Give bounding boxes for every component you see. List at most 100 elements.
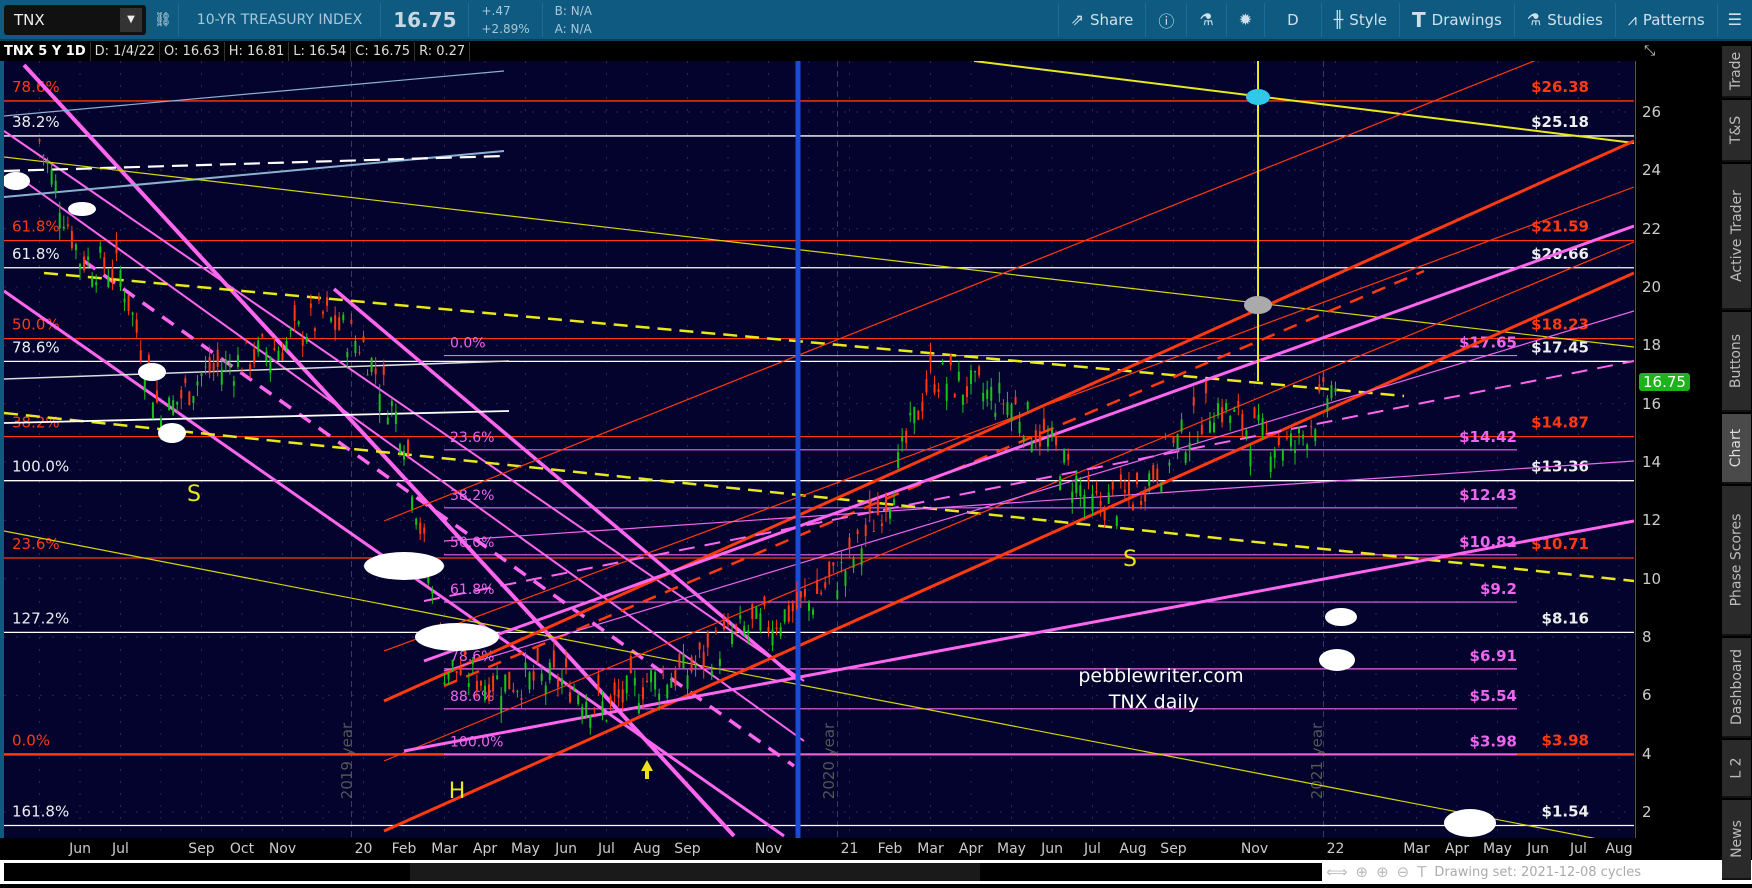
candle-body [1289,433,1292,447]
candle-body [1233,409,1236,412]
candle-body [1200,424,1203,435]
candle-body [974,370,977,373]
candle-body [1253,407,1256,419]
candle-body [953,393,956,398]
candle-body [1030,441,1033,453]
price-chart[interactable]: 2019 year 2020 year 2021 year 78.6% $26.38 38… [0,20,1660,847]
candle-body [925,379,928,393]
wave-label-s: S [187,482,201,507]
sidebar-tab-phase-scores[interactable]: Phase Scores [1722,486,1751,636]
sidebar-tab-active-trader[interactable]: Active Trader [1722,164,1751,310]
candle-body [670,679,673,688]
date-axis[interactable]: Jun Jul Sep Oct Nov 20 Feb Mar Apr May Jun Jul Aug Se… [0,838,1634,860]
price-tick: 26 [1642,103,1662,121]
sidebar-tab-buttons[interactable]: Buttons [1722,312,1751,412]
sidebar-tab-chart[interactable]: Chart [1722,414,1751,484]
price-axis[interactable]: ⤡ 26 24 22 20 18 16 14 12 10 8 6 4 2 16.75 [1635,43,1721,838]
candle-body [1322,376,1325,382]
candle-body [1302,434,1305,439]
candle-body [184,378,187,384]
settings-button[interactable]: ✹ [1225,2,1264,37]
candle-body [322,311,324,314]
chevron-down-icon[interactable]: ▼ [120,7,142,32]
candle-body [739,615,742,619]
candle-body [641,687,644,700]
candle-body [1213,422,1215,433]
sidebar-tab-dashboard[interactable]: Dashboard [1722,638,1751,738]
ellipse-marker [1246,89,1270,105]
pan-icon[interactable]: ⟺ [1326,863,1348,881]
scroll-thumb[interactable] [410,863,980,881]
watermark-text: pebblewriter.com [1078,665,1243,687]
candle-body [1111,481,1114,490]
candle-body [735,624,738,626]
date-tick: Jul [112,841,129,857]
candle-body [1152,465,1155,480]
candle-body [718,658,721,666]
candle-body [585,701,588,716]
candle-body [666,684,669,699]
candle-body [1265,430,1268,432]
candle-body [1010,404,1013,422]
info-range: R: 0.27 [415,42,471,61]
zoom-in-icon[interactable]: ⊕ [1376,863,1389,881]
candle-body [54,180,57,193]
candle-body [520,697,523,701]
candle-body [1229,415,1232,424]
candle-body [905,431,908,444]
symbol-selector[interactable]: TNX ▼ [4,4,146,35]
drawing-set-label[interactable]: Drawing set: 2021-12-08 cycles [1434,865,1641,880]
crosshair-icon[interactable]: ⊕ [1356,863,1369,881]
candle-body [407,439,410,456]
studies-button[interactable]: ⚗ Studies [1513,2,1615,37]
sidebar-tab-trade[interactable]: Trade [1722,46,1751,98]
menu-button[interactable]: ☰ [1716,2,1752,37]
trend-line [3,411,1635,583]
drawings-button[interactable]: T Drawings [1398,2,1514,37]
candle-body [488,684,491,702]
candle-body [119,270,122,287]
trend-line [403,519,1635,753]
candle-body [929,353,932,362]
timeframe-button[interactable]: D [1264,2,1321,37]
candle-body [714,630,717,633]
candle-body [872,531,875,533]
candle-body [978,366,981,376]
candle-body [921,401,924,412]
candle-body [998,382,1001,394]
text-t-icon[interactable]: T [1417,863,1426,881]
candle-body [378,393,381,412]
chart-scrollbar[interactable]: ⟺ ⊕ ⊕ ⊖ T Drawing set: 2021-12-08 cycles [0,860,1752,884]
candle-body [1294,449,1296,454]
candle-body [637,703,640,714]
fit-chart-icon[interactable]: ⤡ [1644,43,1655,59]
candle-body [1180,419,1183,432]
patterns-button[interactable]: ⩘ Patterns [1614,2,1717,37]
zoom-out-icon[interactable]: ⊖ [1397,863,1410,881]
link-icon[interactable]: ⛓ [154,12,172,28]
info-button[interactable]: ⓘ [1145,2,1186,37]
candle-body [127,295,130,312]
candle-body [297,321,300,325]
candle-body [386,417,389,425]
flask-button[interactable]: ⚗ [1186,2,1225,37]
style-button[interactable]: ╫ Style [1320,2,1399,37]
sidebar-tab-news[interactable]: News [1722,800,1751,880]
candle-body [913,406,916,424]
candle-body [415,518,418,525]
price-tick: 4 [1642,744,1652,763]
candle-body [577,695,580,705]
candle-body [155,390,158,403]
candle-body [1168,462,1171,466]
candle-body [484,685,486,701]
date-tick: Jun [1041,841,1063,857]
date-tick: Sep [188,841,215,857]
candle-body [1176,434,1179,449]
candle-body [317,296,320,301]
sidebar-tab-l-2[interactable]: L 2 [1722,740,1751,798]
share-button[interactable]: ⇗ Share [1057,2,1146,37]
candle-body [1038,431,1041,447]
candle-body [38,139,41,142]
candle-body [1217,403,1220,416]
sidebar-tab-t-s[interactable]: T&S [1722,100,1751,162]
